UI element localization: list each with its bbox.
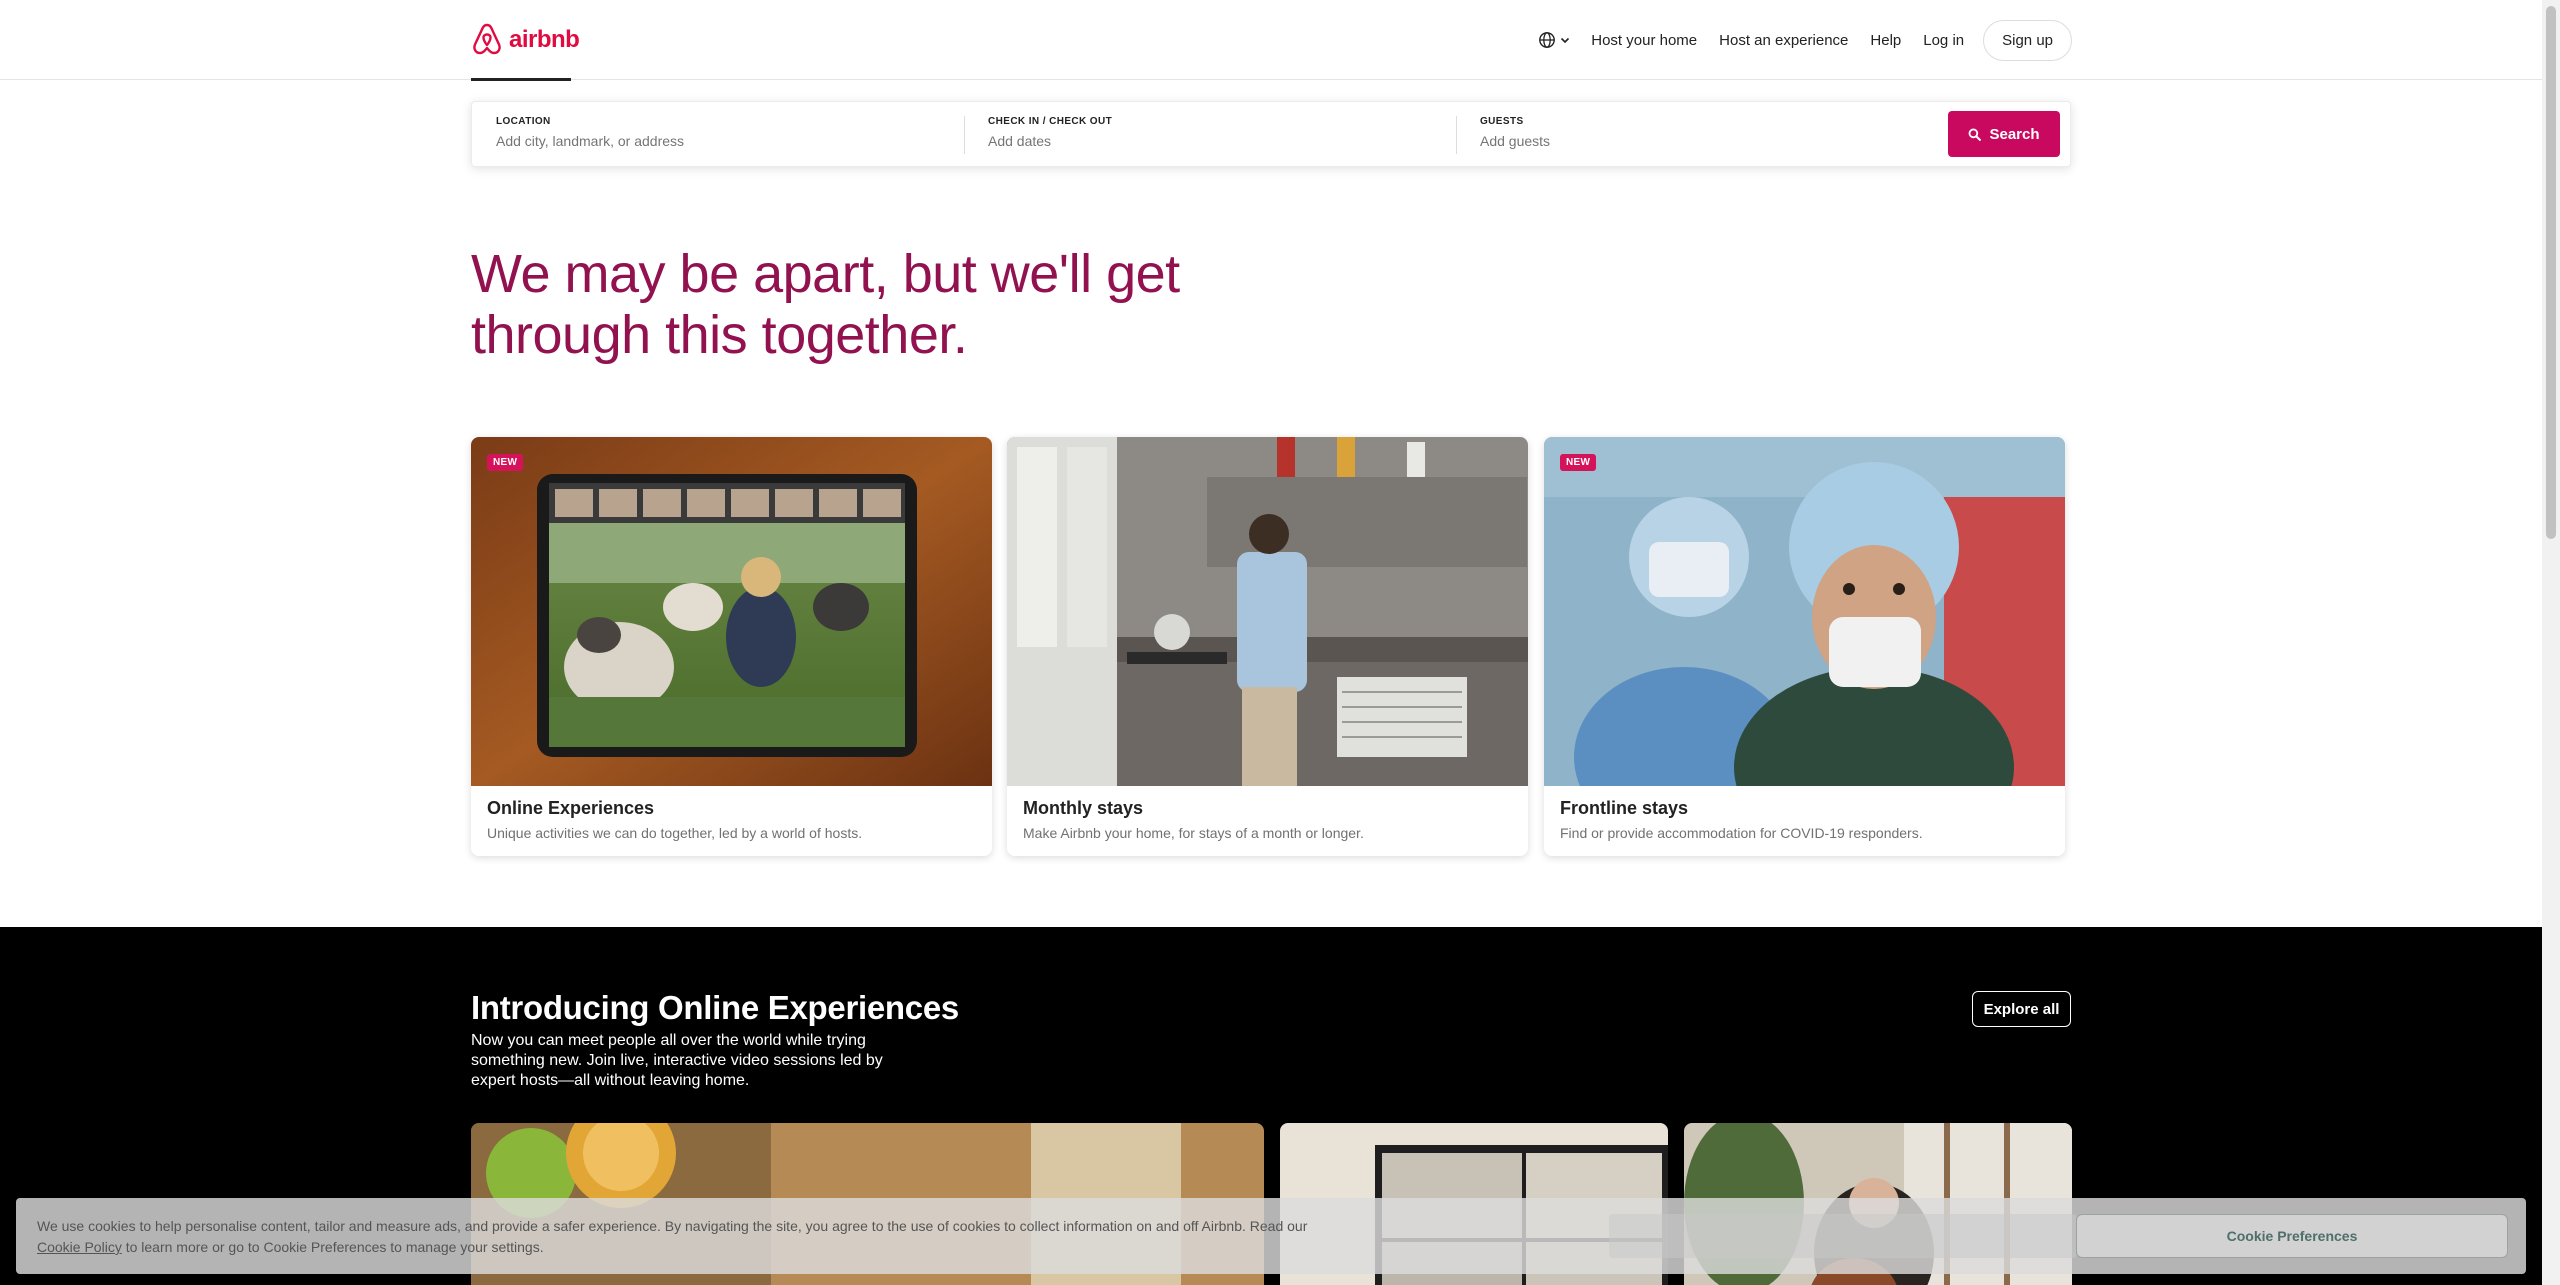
- nav-help[interactable]: Help: [1859, 22, 1912, 59]
- card-description: Make Airbnb your home, for stays of a mo…: [1023, 825, 1364, 841]
- card-description: Find or provide accommodation for COVID-…: [1560, 825, 1923, 841]
- nav-host-home[interactable]: Host your home: [1580, 22, 1708, 59]
- guests-label: GUESTS: [1480, 116, 1524, 127]
- dates-label: CHECK IN / CHECK OUT: [988, 116, 1113, 127]
- cookie-banner: We use cookies to help personalise conte…: [16, 1198, 2526, 1274]
- hero-title: We may be apart, but we'll get through t…: [471, 244, 1231, 366]
- location-field[interactable]: LOCATION: [472, 102, 964, 166]
- search-button-label: Search: [1989, 125, 2040, 143]
- online-experiences-image: NEW: [471, 437, 992, 786]
- location-label: LOCATION: [496, 116, 551, 127]
- nav-host-experience[interactable]: Host an experience: [1708, 22, 1859, 59]
- cookie-preferences-button[interactable]: Cookie Preferences: [2076, 1214, 2508, 1258]
- dates-field[interactable]: CHECK IN / CHECK OUT: [964, 102, 1456, 166]
- card-title: Online Experiences: [487, 798, 655, 818]
- new-badge: NEW: [487, 454, 524, 471]
- page-scrollbar[interactable]: [2542, 0, 2560, 1285]
- search-button[interactable]: Search: [1948, 111, 2060, 157]
- logo-wordmark: airbnb: [509, 26, 580, 53]
- section-description: Now you can meet people all over the wor…: [471, 1032, 883, 1089]
- cookie-ok-button[interactable]: [1609, 1214, 2077, 1258]
- card-online-experiences[interactable]: NEW Online Experiences Unique activities…: [471, 437, 992, 856]
- guests-field[interactable]: GUESTS: [1456, 102, 1948, 166]
- hero-title-line-2: through this together.: [471, 305, 968, 365]
- search-bar: LOCATION CHECK IN / CHECK OUT GUESTS Sea…: [471, 101, 2071, 167]
- section-title: Introducing Online Experiences: [471, 989, 959, 1026]
- card-monthly-stays[interactable]: Monthly stays Make Airbnb your home, for…: [1007, 437, 1528, 856]
- top-header: airbnb Host your home Host an experience…: [0, 0, 2542, 81]
- search-icon: [1969, 128, 1982, 141]
- frontline-stays-image: NEW: [1544, 437, 2065, 786]
- dates-input[interactable]: [988, 133, 1432, 149]
- cookie-message: We use cookies to help personalise conte…: [37, 1218, 1308, 1234]
- language-selector[interactable]: [1528, 23, 1580, 57]
- card-title: Frontline stays: [1560, 798, 1689, 818]
- airbnb-logo-icon: [473, 23, 501, 55]
- globe-icon: [1539, 32, 1556, 48]
- location-input[interactable]: [496, 133, 940, 149]
- cookie-policy-link[interactable]: Cookie Policy: [37, 1239, 122, 1255]
- new-badge: NEW: [1560, 454, 1597, 471]
- scrollbar-thumb[interactable]: [2546, 6, 2556, 539]
- card-frontline-stays[interactable]: NEW Frontline stays Find or provide acco…: [1544, 437, 2065, 856]
- header-nav: Host your home Host an experience Help L…: [1528, 18, 2072, 62]
- monthly-stays-image: [1007, 437, 1528, 786]
- cookie-message-2: to learn more or go to Cookie Preference…: [125, 1239, 544, 1255]
- explore-all-button[interactable]: Explore all: [1972, 991, 2071, 1027]
- card-description: Unique activities we can do together, le…: [487, 825, 863, 841]
- airbnb-logo[interactable]: airbnb: [471, 23, 580, 57]
- guests-input[interactable]: [1480, 133, 1924, 149]
- card-title: Monthly stays: [1023, 798, 1144, 818]
- nav-login[interactable]: Log in: [1912, 22, 1975, 59]
- hero-title-line-1: We may be apart, but we'll get: [471, 244, 1180, 304]
- chevron-down-icon: [1561, 37, 1570, 44]
- signup-button[interactable]: Sign up: [1983, 19, 2072, 61]
- active-tab-underline: [471, 78, 571, 81]
- cookie-text: We use cookies to help personalise conte…: [37, 1216, 1457, 1258]
